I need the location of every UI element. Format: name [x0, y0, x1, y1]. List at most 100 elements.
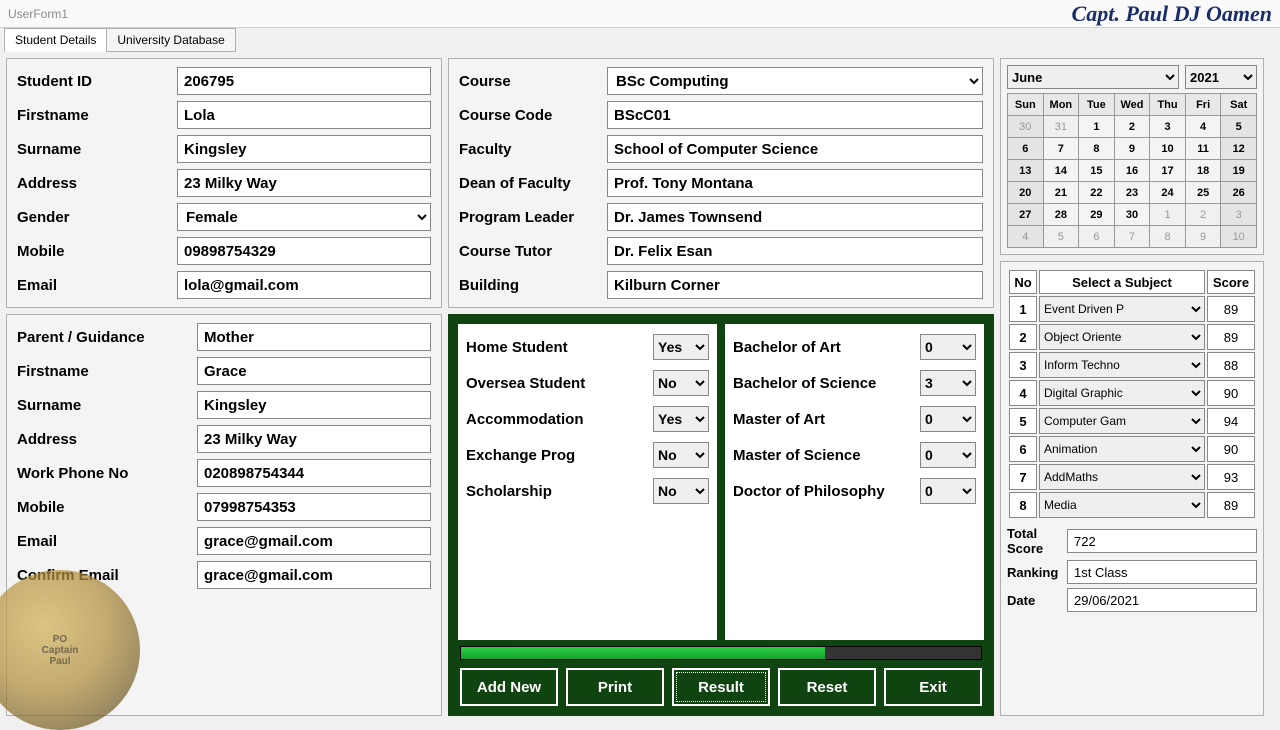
subj-score: 94 — [1207, 408, 1255, 434]
cal-day[interactable]: 20 — [1008, 182, 1044, 204]
cal-day[interactable]: 31 — [1043, 116, 1079, 138]
cal-day[interactable]: 24 — [1150, 182, 1186, 204]
subj-select[interactable]: Object Oriente — [1039, 324, 1205, 350]
subj-no: 3 — [1009, 352, 1037, 378]
input-mobile[interactable] — [177, 237, 431, 265]
label-gender: Gender — [17, 209, 177, 226]
input-guardian-email[interactable] — [197, 527, 431, 555]
select-gender[interactable]: Female — [177, 203, 431, 231]
input-guardian-addr[interactable] — [197, 425, 431, 453]
cal-day[interactable]: 4 — [1008, 226, 1044, 248]
result-button[interactable]: Result — [672, 668, 770, 706]
cal-day[interactable]: 10 — [1150, 138, 1186, 160]
cal-day[interactable]: 3 — [1150, 116, 1186, 138]
input-guardian-first[interactable] — [197, 357, 431, 385]
input-surname[interactable] — [177, 135, 431, 163]
select-course[interactable]: BSc Computing — [607, 67, 983, 95]
input-firstname[interactable] — [177, 101, 431, 129]
cal-day[interactable]: 5 — [1043, 226, 1079, 248]
subj-select[interactable]: Animation — [1039, 436, 1205, 462]
exit-button[interactable]: Exit — [884, 668, 982, 706]
select-accom[interactable]: Yes — [653, 406, 709, 432]
cal-day[interactable]: 5 — [1221, 116, 1257, 138]
cal-day[interactable]: 19 — [1221, 160, 1257, 182]
cal-day[interactable]: 25 — [1185, 182, 1221, 204]
cal-day[interactable]: 29 — [1079, 204, 1115, 226]
cal-day[interactable]: 12 — [1221, 138, 1257, 160]
subj-select[interactable]: Digital Graphic — [1039, 380, 1205, 406]
select-year[interactable]: 2021 — [1185, 65, 1257, 89]
cal-day[interactable]: 30 — [1008, 116, 1044, 138]
reset-button[interactable]: Reset — [778, 668, 876, 706]
select-month[interactable]: June — [1007, 65, 1179, 89]
cal-day[interactable]: 8 — [1150, 226, 1186, 248]
cal-day[interactable]: 9 — [1185, 226, 1221, 248]
cal-day[interactable]: 30 — [1114, 204, 1150, 226]
input-email[interactable] — [177, 271, 431, 299]
input-address[interactable] — [177, 169, 431, 197]
input-leader[interactable] — [607, 203, 983, 231]
print-button[interactable]: Print — [566, 668, 664, 706]
input-guardian-confirm[interactable] — [197, 561, 431, 589]
input-guardian-sur[interactable] — [197, 391, 431, 419]
brand-label: Capt. Paul DJ Oamen — [1072, 1, 1272, 27]
subj-select[interactable]: Computer Gam — [1039, 408, 1205, 434]
tab-university-database[interactable]: University Database — [106, 28, 235, 52]
cal-day[interactable]: 2 — [1114, 116, 1150, 138]
input-guardian-work[interactable] — [197, 459, 431, 487]
select-ma[interactable]: 0 — [920, 406, 976, 432]
cal-day[interactable]: 28 — [1043, 204, 1079, 226]
select-bsc[interactable]: 3 — [920, 370, 976, 396]
tab-student-details[interactable]: Student Details — [4, 28, 107, 52]
select-oversea[interactable]: No — [653, 370, 709, 396]
input-faculty[interactable] — [607, 135, 983, 163]
cal-day[interactable]: 18 — [1185, 160, 1221, 182]
subj-select[interactable]: AddMaths — [1039, 464, 1205, 490]
cal-day[interactable]: 8 — [1079, 138, 1115, 160]
cal-day[interactable]: 3 — [1221, 204, 1257, 226]
cal-day[interactable]: 26 — [1221, 182, 1257, 204]
select-scholar[interactable]: No — [653, 478, 709, 504]
subj-select[interactable]: Inform Techno — [1039, 352, 1205, 378]
input-course-code[interactable] — [607, 101, 983, 129]
input-ranking[interactable] — [1067, 560, 1257, 584]
cal-day[interactable]: 7 — [1043, 138, 1079, 160]
cal-day[interactable]: 7 — [1114, 226, 1150, 248]
cal-day[interactable]: 6 — [1079, 226, 1115, 248]
cal-day[interactable]: 17 — [1150, 160, 1186, 182]
cal-day[interactable]: 16 — [1114, 160, 1150, 182]
input-guardian-rel[interactable] — [197, 323, 431, 351]
subj-select[interactable]: Media — [1039, 492, 1205, 518]
cal-day[interactable]: 11 — [1185, 138, 1221, 160]
select-msc[interactable]: 0 — [920, 442, 976, 468]
input-building[interactable] — [607, 271, 983, 299]
cal-day[interactable]: 10 — [1221, 226, 1257, 248]
cal-day[interactable]: 27 — [1008, 204, 1044, 226]
input-date[interactable] — [1067, 588, 1257, 612]
input-student-id[interactable] — [177, 67, 431, 95]
subjects-panel: No Select a Subject Score 1Event Driven … — [1000, 261, 1264, 716]
cal-day[interactable]: 9 — [1114, 138, 1150, 160]
select-ba[interactable]: 0 — [920, 334, 976, 360]
subj-select[interactable]: Event Driven P — [1039, 296, 1205, 322]
select-phd[interactable]: 0 — [920, 478, 976, 504]
add-new-button[interactable]: Add New — [460, 668, 558, 706]
input-guardian-mobile[interactable] — [197, 493, 431, 521]
cal-day[interactable]: 1 — [1079, 116, 1115, 138]
cal-day[interactable]: 15 — [1079, 160, 1115, 182]
input-total-score[interactable] — [1067, 529, 1257, 553]
cal-day[interactable]: 6 — [1008, 138, 1044, 160]
cal-day[interactable]: 22 — [1079, 182, 1115, 204]
cal-day[interactable]: 14 — [1043, 160, 1079, 182]
cal-day[interactable]: 13 — [1008, 160, 1044, 182]
subj-score: 93 — [1207, 464, 1255, 490]
cal-day[interactable]: 23 — [1114, 182, 1150, 204]
cal-day[interactable]: 2 — [1185, 204, 1221, 226]
select-exchange[interactable]: No — [653, 442, 709, 468]
input-tutor[interactable] — [607, 237, 983, 265]
cal-day[interactable]: 4 — [1185, 116, 1221, 138]
cal-day[interactable]: 1 — [1150, 204, 1186, 226]
cal-day[interactable]: 21 — [1043, 182, 1079, 204]
input-dean[interactable] — [607, 169, 983, 197]
select-home-student[interactable]: Yes — [653, 334, 709, 360]
